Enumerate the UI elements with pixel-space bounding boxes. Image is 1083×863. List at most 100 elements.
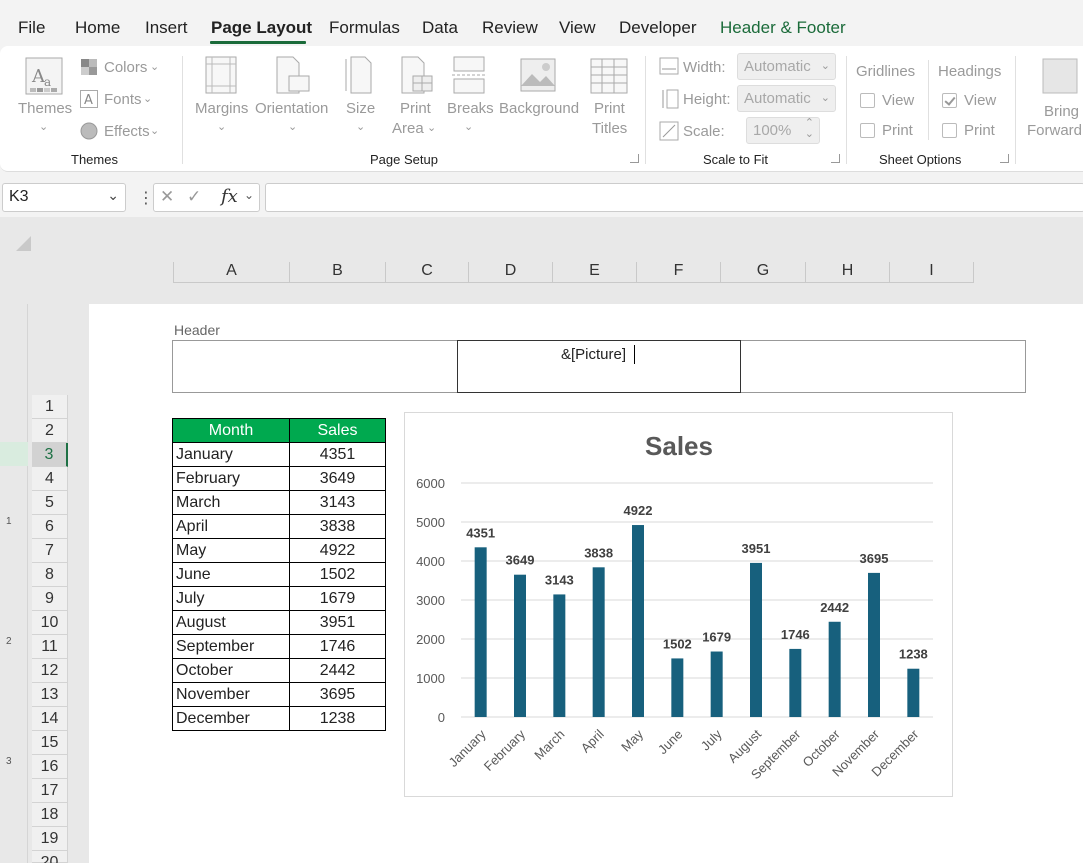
headings-view-checkbox[interactable] [942,93,957,108]
menu-data[interactable]: Data [422,18,458,38]
width-dropdown[interactable]: Automatic ⌄ [737,53,836,80]
row-header[interactable]: 17 [32,779,68,803]
height-dropdown[interactable]: Automatic ⌄ [737,85,836,112]
month-cell[interactable]: November [172,682,290,707]
print-area-chevron-icon[interactable]: ⌄ [427,121,436,134]
sales-cell[interactable]: 3695 [289,682,386,707]
month-cell[interactable]: September [172,634,290,659]
column-header-h[interactable]: H [806,262,890,283]
month-cell[interactable]: August [172,610,290,635]
orientation-button[interactable]: Orientation [255,100,328,117]
sales-cell[interactable]: 3649 [289,466,386,491]
breaks-button[interactable]: Breaks [447,100,494,117]
name-box[interactable]: K3 ⌄ [2,183,126,212]
header-center-text[interactable]: &[Picture] [561,346,626,363]
formula-input[interactable] [265,183,1083,212]
bring-forward-button[interactable]: Forward [1027,122,1082,139]
row-header[interactable]: 19 [32,827,68,851]
row-header[interactable]: 4 [32,467,68,491]
more-options-icon[interactable]: ⋮ [138,188,154,208]
month-cell[interactable]: June [172,562,290,587]
sales-cell[interactable]: 1502 [289,562,386,587]
sales-cell[interactable]: 3951 [289,610,386,635]
menu-home[interactable]: Home [75,18,120,38]
size-chevron-icon[interactable]: ⌄ [356,120,365,133]
fx-chevron-icon[interactable]: ⌄ [244,188,254,202]
row-header[interactable]: 10 [32,611,68,635]
table-header-sales[interactable]: Sales [289,418,386,443]
sales-cell[interactable]: 1679 [289,586,386,611]
month-cell[interactable]: January [172,442,290,467]
month-cell[interactable]: July [172,586,290,611]
fonts-chevron-icon[interactable]: ⌄ [143,92,152,105]
name-box-chevron-icon[interactable]: ⌄ [107,187,119,204]
scale-to-fit-launcher-icon[interactable] [831,154,840,163]
month-cell[interactable]: March [172,490,290,515]
sales-chart[interactable]: Sales 0 1000 2000 3000 4000 5000 6000 4351 Januar… [404,412,953,797]
month-cell[interactable]: April [172,514,290,539]
header-left-section[interactable] [172,340,457,393]
month-cell[interactable]: February [172,466,290,491]
row-header[interactable]: 9 [32,587,68,611]
row-header[interactable]: 11 [32,635,68,659]
print-titles-button[interactable]: Titles [592,120,627,137]
themes-chevron-icon[interactable]: ⌄ [39,120,48,133]
month-cell[interactable]: May [172,538,290,563]
menu-formulas[interactable]: Formulas [329,18,400,38]
column-header-b[interactable]: B [290,262,386,283]
row-header[interactable]: 6 [32,515,68,539]
row-header[interactable]: 14 [32,707,68,731]
row-header[interactable]: 5 [32,491,68,515]
menu-page-layout[interactable]: Page Layout [211,18,312,38]
fonts-button[interactable]: Fonts [104,91,142,108]
sales-cell[interactable]: 1238 [289,706,386,731]
sales-cell[interactable]: 4922 [289,538,386,563]
print-area-button[interactable]: Area [392,120,424,137]
row-header[interactable]: 15 [32,731,68,755]
select-all-corner-icon[interactable] [16,236,31,251]
scale-spinner[interactable]: 100% ⌃ ⌄ [746,117,820,144]
background-button[interactable]: Background [499,100,579,117]
sales-cell[interactable]: 3838 [289,514,386,539]
themes-icon[interactable]: A a [24,56,64,99]
effects-chevron-icon[interactable]: ⌄ [150,124,159,137]
row-header[interactable]: 12 [32,659,68,683]
breaks-chevron-icon[interactable]: ⌄ [464,120,473,133]
menu-header-footer[interactable]: Header & Footer [720,18,846,38]
header-right-section[interactable] [741,340,1026,393]
effects-button[interactable]: Effects [104,123,150,140]
month-cell[interactable]: October [172,658,290,683]
sales-cell[interactable]: 4351 [289,442,386,467]
colors-button[interactable]: Colors [104,59,147,76]
menu-review[interactable]: Review [482,18,538,38]
table-header-month[interactable]: Month [172,418,290,443]
sheet-options-launcher-icon[interactable] [1000,154,1009,163]
size-button[interactable]: Size [346,100,375,117]
row-header[interactable]: 2 [32,419,68,443]
column-header-g[interactable]: G [721,262,806,283]
gridlines-print-checkbox[interactable] [860,123,875,138]
row-header-selected[interactable]: 3 [32,443,68,467]
row-header[interactable]: 1 [32,395,68,419]
row-header[interactable]: 8 [32,563,68,587]
sales-cell[interactable]: 3143 [289,490,386,515]
scale-down-icon[interactable]: ⌄ [805,127,814,140]
themes-button[interactable]: Themes [18,100,72,117]
row-header[interactable]: 7 [32,539,68,563]
cancel-icon[interactable]: ✕ [160,187,174,207]
page-setup-launcher-icon[interactable] [630,154,639,163]
headings-print-checkbox[interactable] [942,123,957,138]
gridlines-view-checkbox[interactable] [860,93,875,108]
row-header[interactable]: 20 [32,851,68,863]
menu-insert[interactable]: Insert [145,18,188,38]
orientation-chevron-icon[interactable]: ⌄ [288,120,297,133]
print-titles-label-1[interactable]: Print [594,100,625,117]
column-header-i[interactable]: I [890,262,974,283]
print-area-label-1[interactable]: Print [400,100,431,117]
row-header[interactable]: 18 [32,803,68,827]
bring-forward-label-1[interactable]: Bring [1044,103,1079,120]
insert-function-icon[interactable]: fx [221,186,238,207]
column-header-c[interactable]: C [386,262,469,283]
row-header[interactable]: 16 [32,755,68,779]
enter-icon[interactable]: ✓ [187,187,201,207]
